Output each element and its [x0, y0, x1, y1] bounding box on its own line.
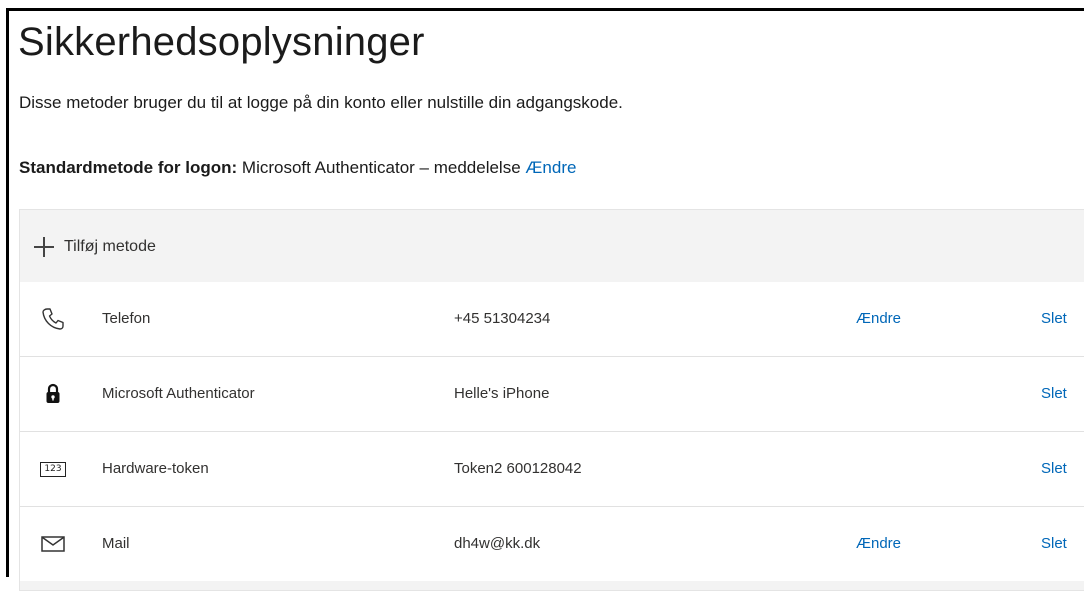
phone-icon — [40, 307, 66, 331]
method-name: Hardware-token — [102, 460, 209, 477]
delete-mail-link[interactable]: Slet — [1041, 535, 1067, 552]
window-frame-top — [6, 8, 1084, 11]
default-method-label: Standardmetode for logon: — [19, 158, 238, 177]
default-method-value: Microsoft Authenticator – meddelelse — [241, 158, 521, 177]
window-frame-left — [6, 8, 9, 577]
method-name: Telefon — [102, 310, 151, 327]
delete-authenticator-link[interactable]: Slet — [1041, 385, 1067, 402]
add-method-button[interactable]: Tilføj metode — [34, 232, 156, 262]
method-detail: dh4w@kk.dk — [454, 535, 541, 552]
default-method: Standardmetode for logon: Microsoft Auth… — [19, 158, 576, 178]
method-detail: Helle's iPhone — [454, 385, 550, 402]
mail-icon — [40, 532, 66, 556]
add-method-label: Tilføj metode — [64, 238, 156, 255]
method-name: Mail — [102, 535, 130, 552]
change-phone-link[interactable]: Ændre — [856, 310, 901, 327]
method-detail: +45 51304234 — [454, 310, 551, 327]
plus-icon — [34, 237, 54, 257]
change-default-method-link[interactable]: Ændre — [525, 158, 576, 177]
page-description: Disse metoder bruger du til at logge på … — [19, 93, 623, 112]
delete-phone-link[interactable]: Slet — [1041, 310, 1067, 327]
page-title: Sikkerhedsoplysninger — [18, 20, 425, 64]
method-row-phone: Telefon +45 51304234 Ændre Slet — [20, 282, 1084, 357]
method-row-hardware-token: 123 Hardware-token Token2 600128042 Slet — [20, 432, 1084, 507]
method-row-authenticator: Microsoft Authenticator Helle's iPhone S… — [20, 357, 1084, 432]
token-icon-text: 123 — [40, 461, 66, 477]
method-row-mail: Mail dh4w@kk.dk Ændre Slet — [20, 507, 1084, 581]
change-mail-link[interactable]: Ændre — [856, 535, 901, 552]
method-detail: Token2 600128042 — [454, 460, 582, 477]
delete-hardware-token-link[interactable]: Slet — [1041, 460, 1067, 477]
method-name: Microsoft Authenticator — [102, 385, 255, 402]
lock-icon — [40, 382, 66, 406]
token-icon: 123 — [40, 457, 66, 481]
methods-list: Telefon +45 51304234 Ændre Slet Microsof… — [20, 282, 1084, 581]
